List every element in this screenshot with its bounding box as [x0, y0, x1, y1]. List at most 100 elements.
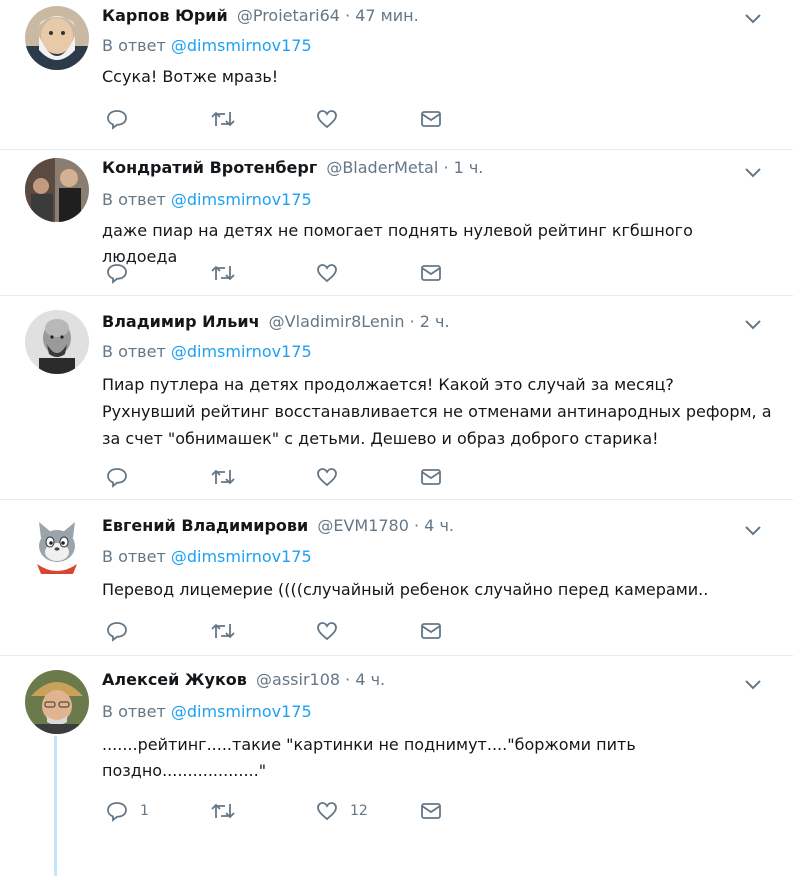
tweet-header: Кондратий Вротенберг @BladerMetal · 1 ч. — [102, 158, 484, 177]
avatar[interactable] — [25, 514, 89, 578]
tweet[interactable]: Евгений Владимирови @EVM1780 · 4 ч. В от… — [0, 500, 793, 656]
message-icon — [421, 623, 441, 639]
tweet-header: Карпов Юрий @Proietari64 · 47 мин. — [102, 6, 419, 25]
timestamp[interactable]: 4 ч. — [355, 670, 385, 689]
tweet-actions — [106, 620, 466, 642]
like-button[interactable] — [316, 466, 350, 488]
tweet-text: .......рейтинг.....такие "картинки не по… — [102, 735, 636, 780]
chevron-down-icon[interactable] — [743, 674, 763, 694]
reply-icon — [107, 110, 127, 130]
message-icon — [421, 469, 441, 485]
thread-connector-line — [54, 736, 57, 876]
tweet-actions — [106, 466, 466, 488]
retweet-icon — [211, 469, 235, 485]
avatar[interactable] — [25, 158, 89, 222]
reply-icon — [107, 264, 127, 284]
direct-message-button[interactable] — [420, 108, 442, 130]
tweet-actions — [106, 108, 466, 130]
direct-message-button[interactable] — [420, 800, 442, 822]
tweet[interactable]: Алексей Жуков @assir108 · 4 ч. В ответ @… — [0, 656, 793, 876]
chevron-down-icon[interactable] — [743, 162, 763, 182]
tweet-header: Евгений Владимирови @EVM1780 · 4 ч. — [102, 516, 454, 535]
message-icon — [421, 111, 441, 127]
tweet-header: Владимир Ильич @Vladimir8Lenin · 2 ч. — [102, 312, 450, 331]
author-name[interactable]: Карпов Юрий — [102, 6, 228, 25]
retweet-button[interactable] — [210, 262, 236, 284]
author-name[interactable]: Владимир Ильич — [102, 312, 260, 331]
tweet[interactable]: Карпов Юрий @Proietari64 · 47 мин. В отв… — [0, 0, 793, 150]
reply-icon — [107, 468, 127, 488]
reply-button[interactable]: 1 — [106, 800, 149, 822]
reply-prefix: В ответ — [102, 702, 166, 721]
like-button[interactable] — [316, 108, 350, 130]
like-icon — [317, 802, 337, 821]
mention-link[interactable]: @dimsmirnov175 — [171, 702, 312, 721]
reply-context: В ответ @dimsmirnov175 — [102, 188, 312, 212]
retweet-icon — [211, 803, 235, 819]
timestamp[interactable]: 2 ч. — [420, 312, 450, 331]
reply-prefix: В ответ — [102, 547, 166, 566]
direct-message-button[interactable] — [420, 466, 442, 488]
chevron-down-icon[interactable] — [743, 520, 763, 540]
tweet[interactable]: Кондратий Вротенберг @BladerMetal · 1 ч.… — [0, 150, 793, 296]
reply-button[interactable] — [106, 262, 140, 284]
like-icon — [317, 622, 337, 641]
like-icon — [317, 264, 337, 283]
timestamp[interactable]: 1 ч. — [454, 158, 484, 177]
message-icon — [421, 265, 441, 281]
author-name[interactable]: Евгений Владимирови — [102, 516, 308, 535]
tweet-text: Ссука! Вотже мразь! — [102, 67, 279, 86]
reply-icon — [107, 802, 127, 822]
tweet-actions — [106, 262, 466, 284]
retweet-icon — [211, 623, 235, 639]
retweet-button[interactable] — [210, 466, 236, 488]
chevron-down-icon[interactable] — [743, 314, 763, 334]
tweet-actions: 1 12 — [106, 800, 466, 822]
mention-link[interactable]: @dimsmirnov175 — [171, 190, 312, 209]
like-icon — [317, 110, 337, 129]
author-handle[interactable]: @Vladimir8Lenin — [269, 312, 405, 331]
tweet-text: Перевод лицемерие ((((случайный ребенок … — [102, 580, 709, 599]
avatar[interactable] — [25, 6, 89, 70]
reply-count: 1 — [140, 803, 149, 819]
timestamp[interactable]: 4 ч. — [424, 516, 454, 535]
retweet-icon — [211, 111, 235, 127]
author-handle[interactable]: @BladerMetal — [326, 158, 438, 177]
reply-context: В ответ @dimsmirnov175 — [102, 545, 312, 569]
chevron-down-icon[interactable] — [743, 8, 763, 28]
message-icon — [421, 803, 441, 819]
retweet-button[interactable] — [210, 108, 236, 130]
retweet-button[interactable] — [210, 800, 236, 822]
direct-message-button[interactable] — [420, 620, 442, 642]
like-button[interactable] — [316, 620, 350, 642]
direct-message-button[interactable] — [420, 262, 442, 284]
author-name[interactable]: Кондратий Вротенберг — [102, 158, 317, 177]
reply-prefix: В ответ — [102, 190, 166, 209]
timestamp[interactable]: 47 мин. — [355, 6, 418, 25]
reply-context: В ответ @dimsmirnov175 — [102, 700, 312, 724]
reply-button[interactable] — [106, 108, 140, 130]
author-handle[interactable]: @EVM1780 — [317, 516, 409, 535]
reply-context: В ответ @dimsmirnov175 — [102, 34, 312, 58]
reply-prefix: В ответ — [102, 342, 166, 361]
mention-link[interactable]: @dimsmirnov175 — [171, 36, 312, 55]
author-handle[interactable]: @Proietari64 — [237, 6, 340, 25]
like-button[interactable]: 12 — [316, 800, 368, 822]
like-count: 12 — [350, 803, 368, 819]
author-name[interactable]: Алексей Жуков — [102, 670, 247, 689]
author-handle[interactable]: @assir108 — [256, 670, 340, 689]
reply-prefix: В ответ — [102, 36, 166, 55]
mention-link[interactable]: @dimsmirnov175 — [171, 342, 312, 361]
mention-link[interactable]: @dimsmirnov175 — [171, 547, 312, 566]
reply-button[interactable] — [106, 466, 140, 488]
tweet[interactable]: Владимир Ильич @Vladimir8Lenin · 2 ч. В … — [0, 296, 793, 500]
avatar[interactable] — [25, 310, 89, 374]
retweet-icon — [211, 265, 235, 281]
reply-button[interactable] — [106, 620, 140, 642]
reply-context: В ответ @dimsmirnov175 — [102, 340, 312, 364]
avatar[interactable] — [25, 670, 89, 734]
retweet-button[interactable] — [210, 620, 236, 642]
like-button[interactable] — [316, 262, 350, 284]
reply-icon — [107, 622, 127, 642]
tweet-text: Пиар путлера на детях продолжается! Како… — [102, 375, 772, 448]
